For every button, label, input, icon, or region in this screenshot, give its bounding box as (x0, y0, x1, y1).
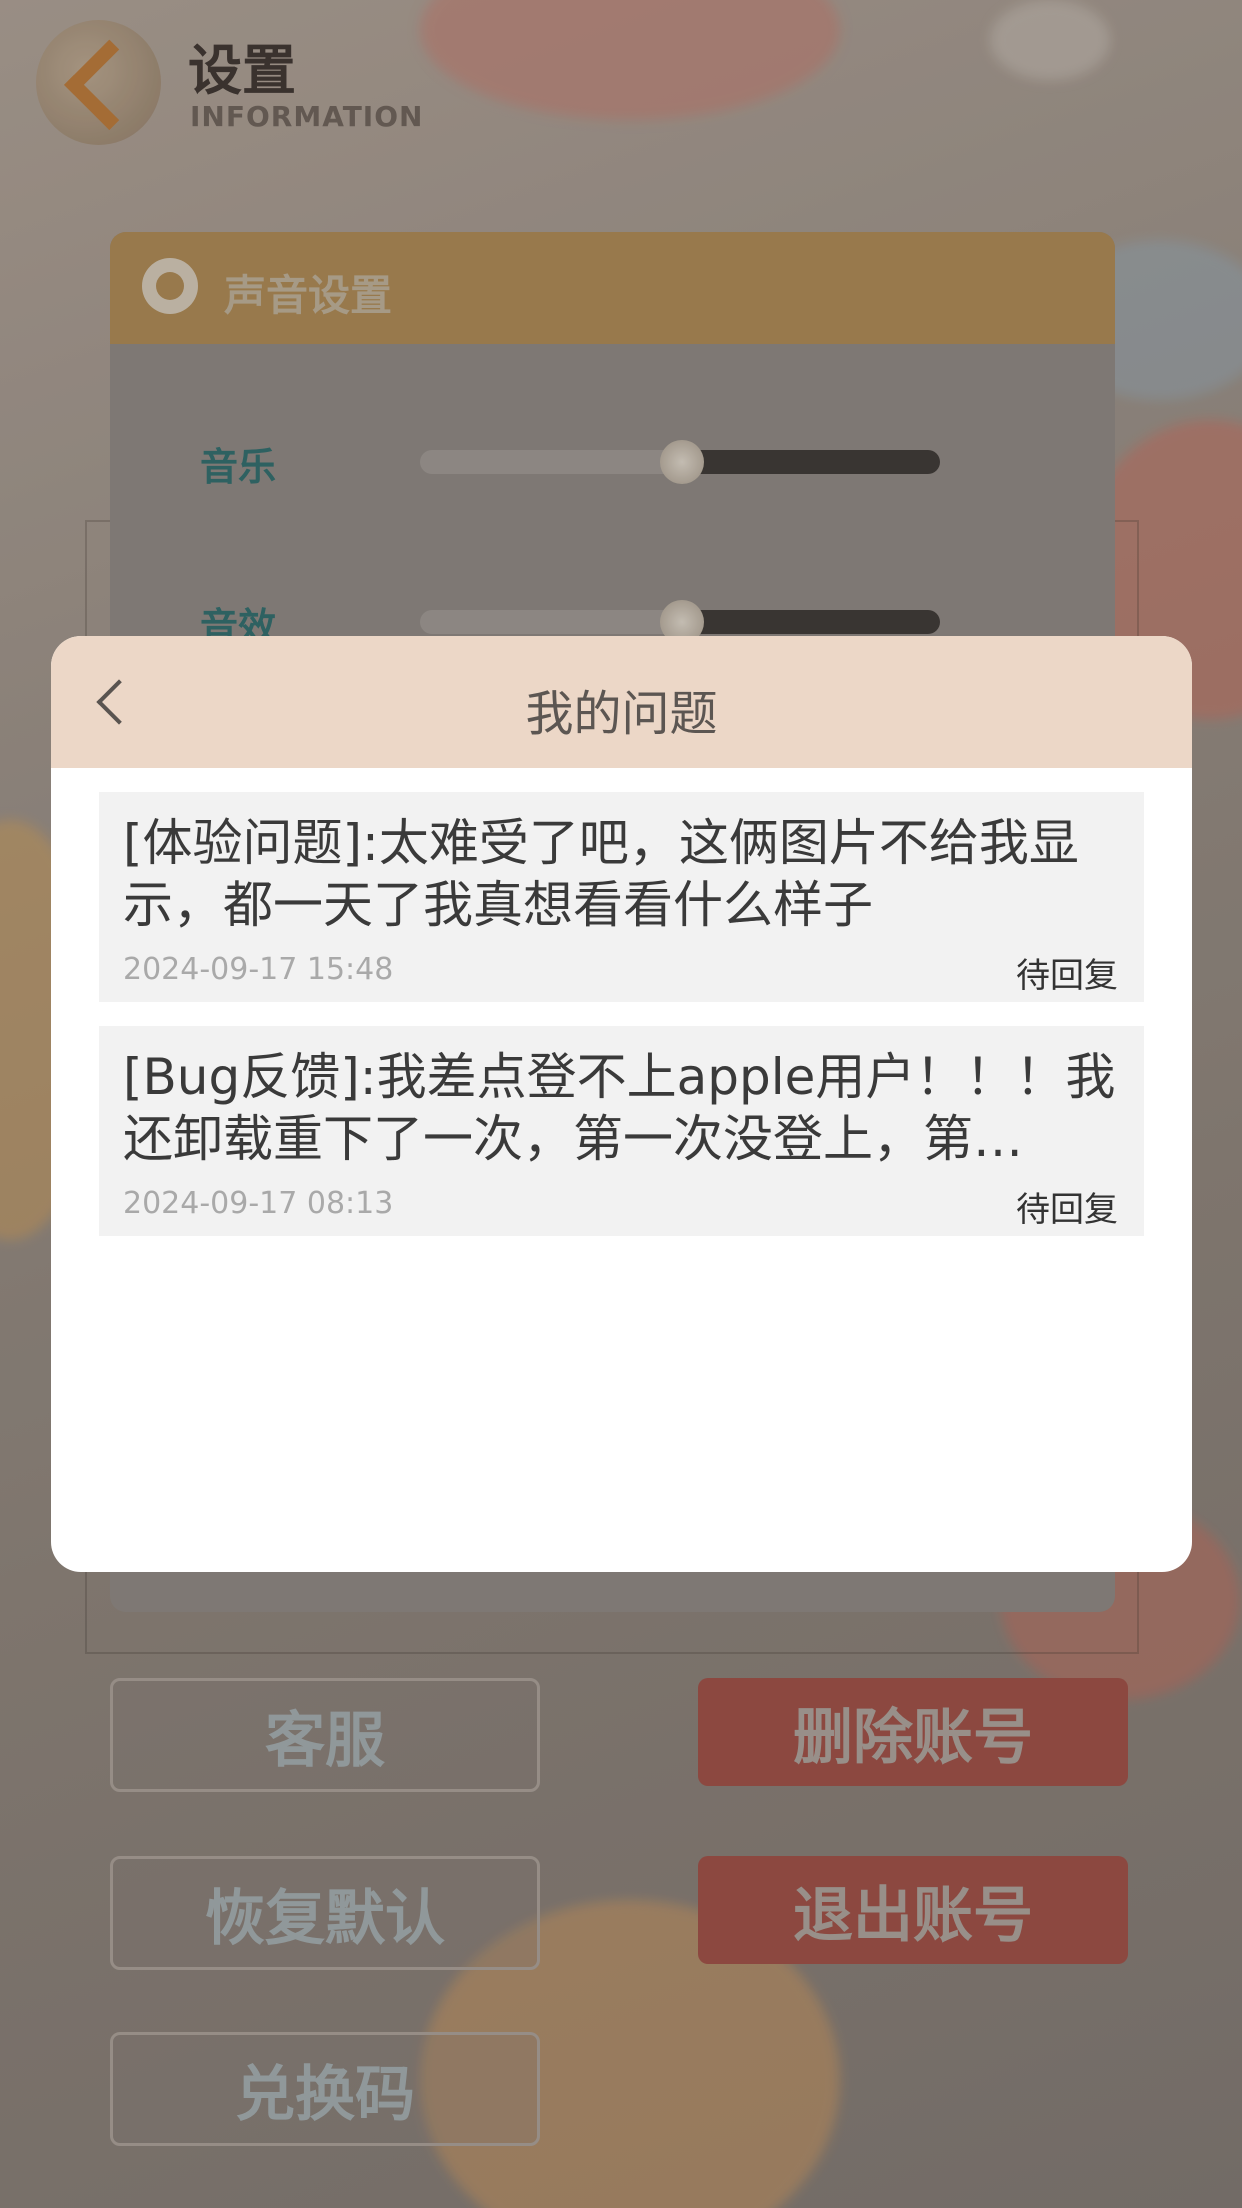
question-item[interactable]: [Bug反馈]:我差点登不上apple用户！！！我还卸载重下了一次，第一次没登上… (99, 1026, 1144, 1236)
question-list: [体验问题]:太难受了吧，这俩图片不给我显示，都一天了我真想看看什么样子 202… (51, 768, 1192, 1236)
my-questions-modal: 我的问题 [体验问题]:太难受了吧，这俩图片不给我显示，都一天了我真想看看什么样… (51, 636, 1192, 1572)
question-item[interactable]: [体验问题]:太难受了吧，这俩图片不给我显示，都一天了我真想看看什么样子 202… (99, 792, 1144, 1002)
modal-header: 我的问题 (51, 636, 1192, 768)
question-date: 2024-09-17 08:13 (123, 1186, 394, 1221)
question-status: 待回复 (1016, 1190, 1118, 1230)
question-date: 2024-09-17 15:48 (123, 952, 394, 987)
question-text: [Bug反馈]:我差点登不上apple用户！！！我还卸载重下了一次，第一次没登上… (123, 1048, 1116, 1168)
modal-title: 我的问题 (525, 686, 718, 742)
question-text: [体验问题]:太难受了吧，这俩图片不给我显示，都一天了我真想看看什么样子 (123, 814, 1079, 934)
question-status: 待回复 (1016, 956, 1118, 996)
